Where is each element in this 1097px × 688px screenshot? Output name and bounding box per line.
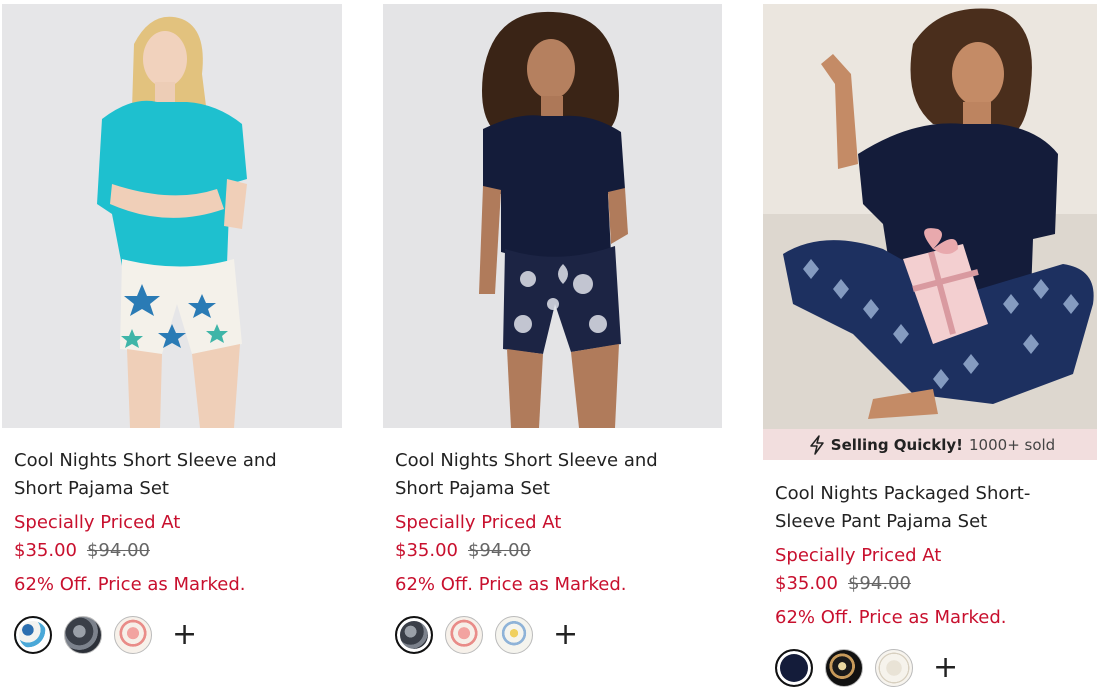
swatch-blue-seashell-print[interactable] bbox=[14, 616, 52, 654]
color-swatches: + bbox=[395, 616, 710, 654]
more-colors-button[interactable]: + bbox=[553, 620, 578, 650]
product-card-1[interactable]: Cool Nights Short Sleeve and Short Pajama… bbox=[2, 4, 342, 654]
swatch-pink-flamingo-print[interactable] bbox=[445, 616, 483, 654]
product-title[interactable]: Cool Nights Short Sleeve and Short Pajama… bbox=[395, 447, 710, 503]
color-swatches: + bbox=[14, 616, 330, 654]
price-row: $35.00 $94.00 bbox=[14, 537, 330, 565]
promo-text: Specially Priced At bbox=[775, 545, 942, 566]
swatch-yellow-floral-print[interactable] bbox=[495, 616, 533, 654]
product-image-3[interactable] bbox=[763, 4, 1097, 429]
swatch-navy-solid[interactable] bbox=[775, 649, 813, 687]
swatch-charcoal-floral-print[interactable] bbox=[64, 616, 102, 654]
badge-label: Selling Quickly! bbox=[830, 435, 964, 454]
original-price: $94.00 bbox=[467, 540, 531, 561]
product-title[interactable]: Cool Nights Short Sleeve and Short Pajama… bbox=[14, 447, 330, 503]
product-card-3[interactable]: Selling Quickly! 1000+ sold Cool Nights … bbox=[763, 4, 1097, 687]
original-price: $94.00 bbox=[847, 573, 911, 594]
sale-price: $35.00 bbox=[775, 573, 838, 594]
lightning-icon bbox=[810, 434, 824, 455]
discount-text: 62% Off. Price as Marked. bbox=[14, 574, 246, 595]
selling-quickly-badge: Selling Quickly! 1000+ sold bbox=[763, 429, 1097, 460]
discount-text: 62% Off. Price as Marked. bbox=[395, 574, 627, 595]
original-price: $94.00 bbox=[86, 540, 150, 561]
product-image-2[interactable] bbox=[383, 4, 722, 428]
product-image-1[interactable] bbox=[2, 4, 342, 428]
product-title[interactable]: Cool Nights Packaged Short- Sleeve Pant P… bbox=[775, 480, 1089, 536]
badge-sold-count: 1000+ sold bbox=[969, 435, 1056, 454]
promo-text: Specially Priced At bbox=[14, 512, 181, 533]
more-colors-button[interactable]: + bbox=[933, 653, 958, 683]
product-card-2[interactable]: Cool Nights Short Sleeve and Short Pajama… bbox=[383, 4, 722, 654]
more-colors-button[interactable]: + bbox=[172, 620, 197, 650]
sale-price: $35.00 bbox=[395, 540, 458, 561]
swatch-charcoal-floral-print[interactable] bbox=[395, 616, 433, 654]
swatch-ivory-print[interactable] bbox=[875, 649, 913, 687]
sale-price: $35.00 bbox=[14, 540, 77, 561]
promo-text: Specially Priced At bbox=[395, 512, 562, 533]
swatch-black-floral-print[interactable] bbox=[825, 649, 863, 687]
price-row: $35.00 $94.00 bbox=[395, 537, 710, 565]
price-row: $35.00 $94.00 bbox=[775, 570, 1089, 598]
swatch-pink-flamingo-print[interactable] bbox=[114, 616, 152, 654]
discount-text: 62% Off. Price as Marked. bbox=[775, 607, 1007, 628]
color-swatches: + bbox=[775, 649, 1089, 687]
